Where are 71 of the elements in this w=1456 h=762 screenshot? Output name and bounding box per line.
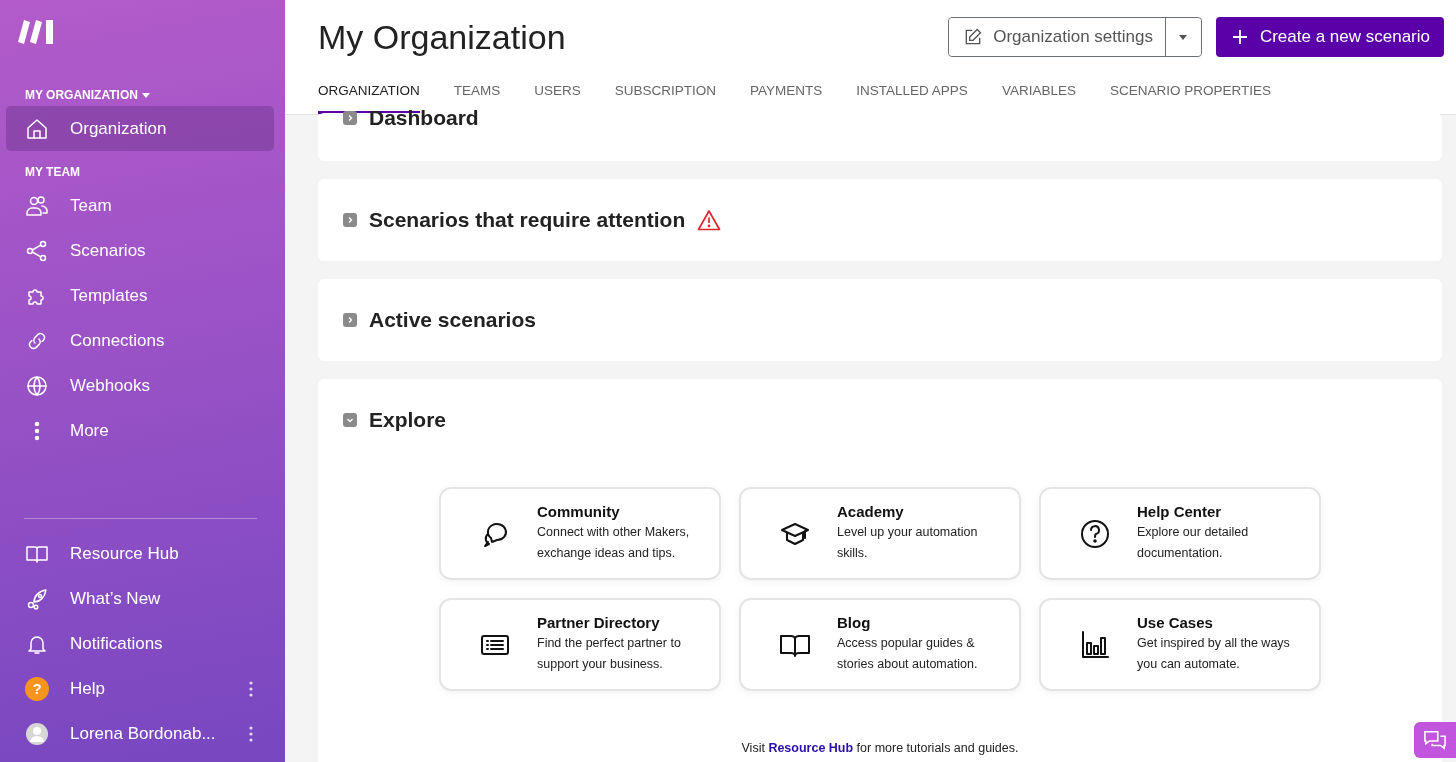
chevron-icon <box>346 114 354 122</box>
section-title: Explore <box>369 408 447 432</box>
card-title: Partner Directory <box>537 614 661 631</box>
footer-text: Visit Resource Hub for more tutorials and guides. <box>740 741 1020 755</box>
card-title: Academy <box>837 503 905 520</box>
expand-toggle[interactable] <box>343 213 357 227</box>
card-description: Find the perfect partner to support your business. <box>537 635 682 673</box>
card-title: Help Center <box>1137 503 1223 520</box>
chat-bubbles-icon <box>1422 729 1448 751</box>
nav-item[interactable]: Organization <box>6 106 274 151</box>
nav-item[interactable]: Lorena Bordonab... <box>6 711 274 756</box>
more-icon[interactable] <box>248 724 254 743</box>
card-description: Explore our detailed documentation. <box>1137 524 1250 562</box>
card-title: Blog <box>837 614 872 631</box>
chart-icon <box>1079 628 1111 661</box>
avatar-icon <box>25 721 49 746</box>
expand-toggle[interactable] <box>343 111 357 125</box>
explore-card[interactable]: Partner Directory Find the perfect partner to support your business. <box>439 598 721 691</box>
expand-toggle[interactable] <box>343 413 357 427</box>
section-heading[interactable]: MY ORGANIZATION <box>0 88 175 102</box>
card-title: Community <box>537 503 621 520</box>
expand-toggle[interactable] <box>343 313 357 327</box>
tab[interactable]: INSTALLED APPS <box>856 74 968 114</box>
nav-item[interactable]: Templates <box>6 273 274 318</box>
chevron-icon <box>346 216 354 224</box>
nav-item[interactable]: Notifications <box>6 621 274 666</box>
share-icon <box>25 238 49 263</box>
tab[interactable]: PAYMENTS <box>750 74 823 114</box>
globe-icon <box>25 373 49 398</box>
section-title: Active scenarios <box>369 308 536 332</box>
section-heading: MY TEAM <box>24 165 82 179</box>
tab[interactable]: USERS <box>534 74 581 114</box>
nav-item[interactable]: What’s New <box>6 576 274 621</box>
explore-card[interactable]: Blog Access popular guides & stories about automation. <box>739 598 1021 691</box>
rocket-icon <box>25 586 49 611</box>
card-description: Get inspired by all the ways you can automate. <box>1137 635 1291 673</box>
explore-card[interactable]: Use Cases Get inspired by all the ways you can automate. <box>1039 598 1321 691</box>
chevron-icon <box>346 416 354 424</box>
tab[interactable]: VARIABLES <box>1001 74 1076 114</box>
nav-item[interactable]: More <box>6 408 274 453</box>
chevron-icon <box>346 316 354 324</box>
dropdown-button[interactable] <box>1164 18 1201 56</box>
resource-hub-link[interactable]: Resource Hub <box>768 741 854 755</box>
card-description: Access popular guides & stories about automation. <box>837 635 979 673</box>
nav-item[interactable]: Resource Hub <box>6 531 274 576</box>
nav-item[interactable]: Scenarios <box>6 228 274 273</box>
help-badge: ? <box>25 676 49 701</box>
card-description: Connect with other Makers, exchange ideas and tips. <box>537 524 691 562</box>
plus-icon <box>1231 29 1248 45</box>
card-description: Level up your automation skills. <box>837 524 979 562</box>
card-title: Use Cases <box>1137 614 1214 631</box>
nav-item[interactable]: Webhooks <box>6 363 274 408</box>
users-icon <box>25 193 49 218</box>
section-title: Scenarios that require attention <box>369 208 686 232</box>
nav-item[interactable]: ? Help <box>6 666 274 711</box>
caret-icon <box>1179 34 1188 40</box>
help-icon <box>1079 517 1111 550</box>
create-scenario-button[interactable]: Create a new scenario <box>1215 17 1444 57</box>
nav-item[interactable]: Connections <box>6 318 274 363</box>
page-title: My Organization <box>318 17 567 57</box>
explore-card[interactable]: Academy Level up your automation skills. <box>739 487 1021 580</box>
explore-card[interactable]: Help Center Explore our detailed documentation. <box>1039 487 1321 580</box>
nav-item[interactable]: Team <box>6 183 274 228</box>
edit-icon <box>963 27 984 47</box>
tab[interactable]: SUBSCRIPTION <box>614 74 717 114</box>
tab[interactable]: SCENARIO PROPERTIES <box>1109 74 1271 114</box>
explore-card[interactable]: Community Connect with other Makers, exchange ideas and tips. <box>439 487 721 580</box>
support-chat-button[interactable] <box>1414 722 1456 758</box>
home-icon <box>25 116 49 141</box>
caret-icon <box>141 92 150 98</box>
more-icon[interactable] <box>248 679 254 698</box>
